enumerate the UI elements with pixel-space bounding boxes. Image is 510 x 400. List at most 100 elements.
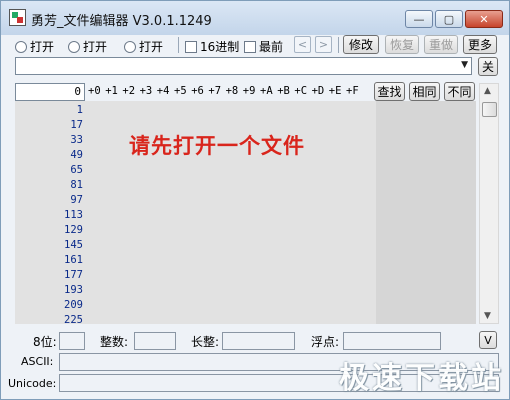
column-header: +5 xyxy=(174,85,187,97)
column-header: +E xyxy=(328,85,342,97)
find-button[interactable]: 查找 xyxy=(374,82,405,101)
more-button[interactable]: 更多 xyxy=(463,35,497,54)
column-header: +2 xyxy=(122,85,136,97)
toolbar-divider xyxy=(178,37,179,53)
integer-field[interactable] xyxy=(134,332,176,350)
app-window: 勇芳_文件编辑器 V3.0.1.1249 — ▢ ✕ 打开 打开 打开 16进制… xyxy=(0,0,510,400)
open-radio-3[interactable]: 打开 xyxy=(124,38,163,55)
chevron-right-icon: > xyxy=(318,38,329,51)
row-offset: 193 xyxy=(64,284,83,296)
close-window-button[interactable]: ✕ xyxy=(465,10,503,28)
chevron-left-icon: < xyxy=(297,38,308,51)
checkbox-label: 最前 xyxy=(259,40,284,54)
chevron-down-icon: V xyxy=(484,333,492,347)
modify-label: 修改 xyxy=(348,38,373,52)
column-header: +B xyxy=(277,85,290,97)
row-offset: 113 xyxy=(64,209,83,221)
bit8-label: 8位: xyxy=(33,335,57,349)
redo-button[interactable]: 重做 xyxy=(424,35,458,54)
row-offset: 225 xyxy=(64,314,83,324)
long-int-field[interactable] xyxy=(222,332,295,350)
radio-label: 打开 xyxy=(30,40,55,54)
row-offset: 177 xyxy=(64,269,83,281)
diff-button[interactable]: 不同 xyxy=(444,82,475,101)
site-watermark: 极速下载站 xyxy=(339,361,504,396)
checkbox-label: 16进制 xyxy=(200,40,240,54)
maximize-icon: ▢ xyxy=(443,12,455,26)
next-button[interactable]: > xyxy=(315,36,332,53)
checkbox-icon xyxy=(244,40,256,53)
float-label: 浮点: xyxy=(311,335,340,349)
checkbox-icon xyxy=(185,40,197,53)
hex16-checkbox[interactable]: 16进制 xyxy=(185,38,239,55)
column-header: +F xyxy=(346,85,359,97)
app-logo-icon xyxy=(9,9,26,26)
prev-button[interactable]: < xyxy=(294,36,311,53)
window-title: 勇芳_文件编辑器 V3.0.1.1249 xyxy=(31,14,212,29)
more-label: 更多 xyxy=(467,38,492,52)
topmost-checkbox[interactable]: 最前 xyxy=(244,38,283,55)
row-offset: 129 xyxy=(64,224,83,236)
scroll-up-icon[interactable]: ▲ xyxy=(484,86,491,96)
same-button[interactable]: 相同 xyxy=(409,82,440,101)
maximize-button[interactable]: ▢ xyxy=(435,10,463,28)
column-header: +8 xyxy=(225,85,239,97)
radio-icon xyxy=(15,40,27,53)
file-path-combobox[interactable]: ▼ xyxy=(15,57,472,75)
empty-file-message: 请先打开一个文件 xyxy=(129,134,305,158)
restore-button[interactable]: 恢复 xyxy=(385,35,419,54)
column-header: +D xyxy=(311,85,325,97)
find-label: 查找 xyxy=(377,85,402,99)
integer-label: 整数: xyxy=(100,335,129,349)
toggle-view-button[interactable]: V xyxy=(479,331,497,349)
close-icon: ✕ xyxy=(479,12,489,26)
row-offset: 97 xyxy=(70,194,83,206)
row-offset: 1 xyxy=(76,104,83,116)
open-radio-1[interactable]: 打开 xyxy=(15,38,54,55)
close-file-label: 关 xyxy=(481,60,494,74)
redo-label: 重做 xyxy=(428,38,453,52)
long-int-label: 长整: xyxy=(191,335,220,349)
row-offset: 161 xyxy=(64,254,83,266)
radio-label: 打开 xyxy=(139,40,164,54)
toolbar-divider xyxy=(338,37,339,53)
title-bar: 勇芳_文件编辑器 V3.0.1.1249 — ▢ ✕ xyxy=(1,1,509,35)
column-header: +7 xyxy=(208,85,222,97)
minimize-button[interactable]: — xyxy=(405,10,433,28)
modify-button[interactable]: 修改 xyxy=(343,35,379,54)
minimize-icon: — xyxy=(413,12,425,26)
unicode-label: Unicode: xyxy=(8,377,57,390)
open-radio-2[interactable]: 打开 xyxy=(68,38,107,55)
ascii-column xyxy=(376,101,476,324)
row-offset: 33 xyxy=(70,134,83,146)
row-offset: 17 xyxy=(70,119,83,131)
dropdown-arrow-icon: ▼ xyxy=(461,60,468,70)
same-label: 相同 xyxy=(412,85,437,99)
row-offset: 49 xyxy=(70,149,83,161)
restore-label: 恢复 xyxy=(389,38,414,52)
column-header: +6 xyxy=(191,85,204,97)
row-offset: 65 xyxy=(70,164,83,176)
offset-input[interactable]: 0 xyxy=(15,83,85,101)
column-header: +A xyxy=(260,85,273,97)
scroll-thumb[interactable] xyxy=(482,102,497,117)
diff-label: 不同 xyxy=(447,85,472,99)
vertical-scrollbar[interactable]: ▲ ▼ xyxy=(479,83,499,324)
column-header: +1 xyxy=(105,85,118,97)
radio-label: 打开 xyxy=(83,40,108,54)
column-header: +9 xyxy=(242,85,256,97)
float-field[interactable] xyxy=(343,332,441,350)
column-header: +4 xyxy=(156,85,170,97)
close-file-button[interactable]: 关 xyxy=(478,57,498,76)
ascii-label: ASCII: xyxy=(21,355,54,368)
hex-grid[interactable]: 1 17 33 49 65 81 97 113 129 145 161 177 193 209 225 请先… xyxy=(15,101,476,324)
column-header: +0 xyxy=(88,85,101,97)
scroll-down-icon[interactable]: ▼ xyxy=(484,311,491,321)
bit8-field[interactable] xyxy=(59,332,85,350)
column-header: +3 xyxy=(139,85,153,97)
row-offset: 145 xyxy=(64,239,83,251)
radio-icon xyxy=(68,40,80,53)
row-offset: 81 xyxy=(70,179,83,191)
column-header: +C xyxy=(294,85,308,97)
row-offset: 209 xyxy=(64,299,83,311)
